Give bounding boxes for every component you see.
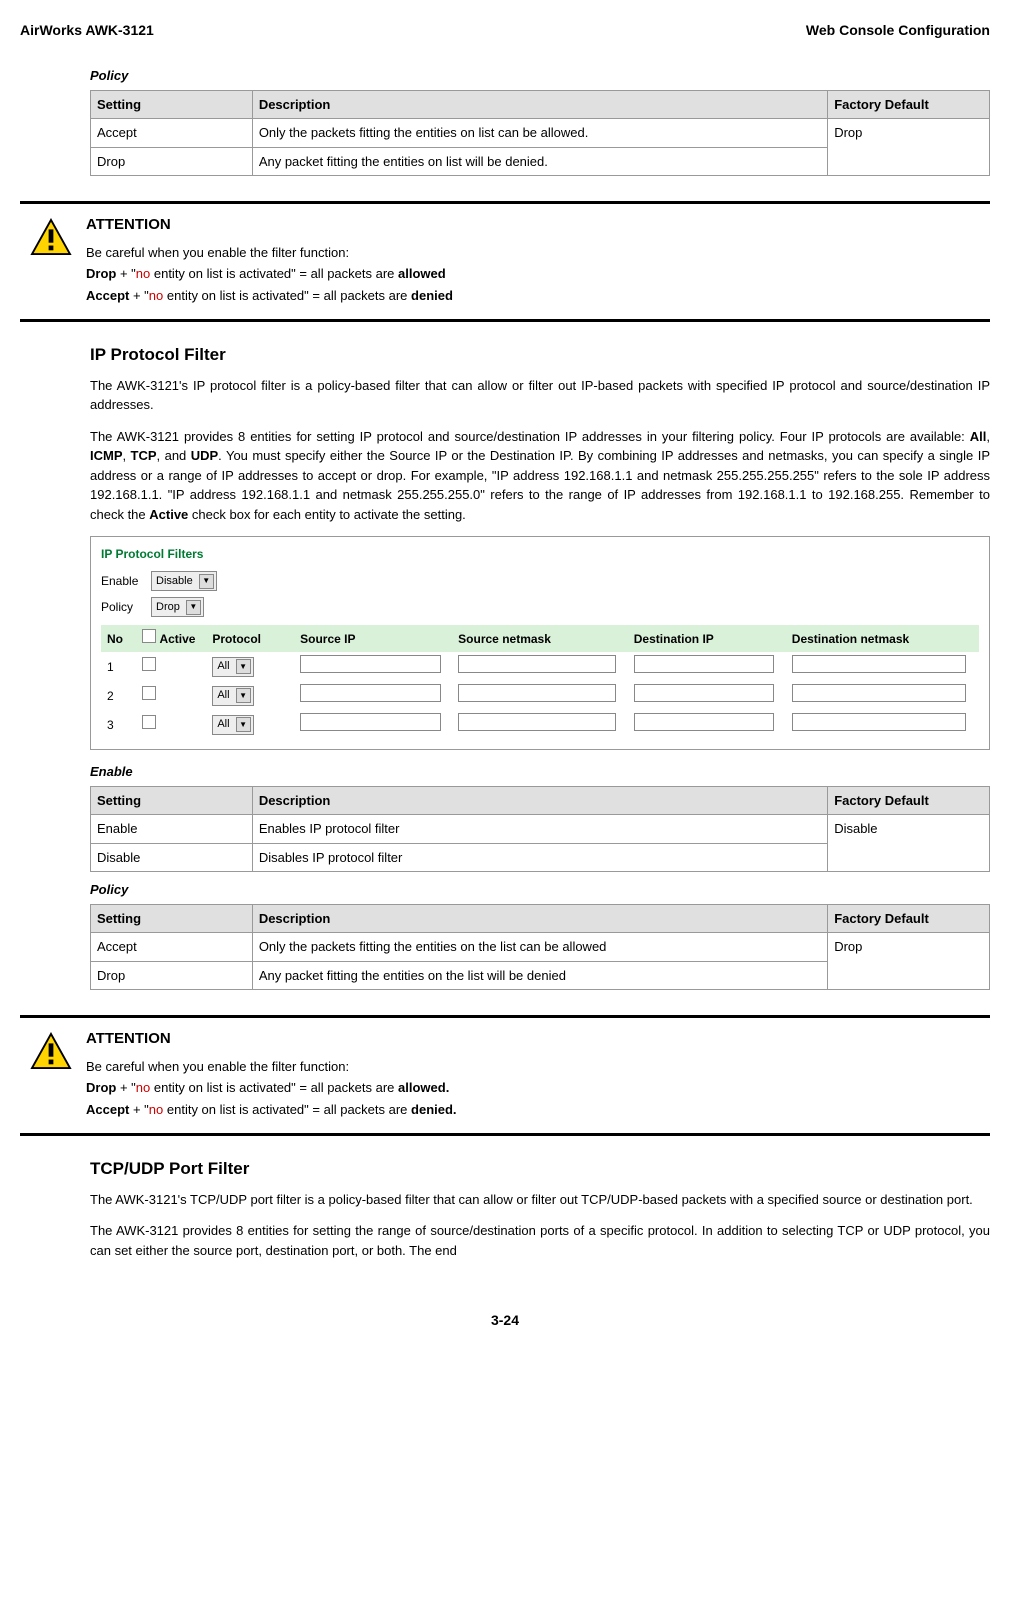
th-setting: Setting: [91, 904, 253, 933]
enable-label: Enable: [90, 762, 990, 782]
cell: Only the packets fitting the entities on…: [252, 933, 827, 962]
th-setting: Setting: [91, 786, 253, 815]
th-dest-ip: Destination IP: [628, 625, 786, 652]
dest-netmask-input[interactable]: [792, 713, 966, 731]
th-dest-netmask: Destination netmask: [786, 625, 979, 652]
source-ip-input[interactable]: [300, 684, 441, 702]
cell: Drop: [828, 119, 990, 176]
active-checkbox[interactable]: [142, 715, 156, 729]
dest-netmask-input[interactable]: [792, 655, 966, 673]
th-default: Factory Default: [828, 90, 990, 119]
attention-text: Accept + "no entity on list is activated…: [86, 286, 453, 306]
cell: Disable: [828, 815, 990, 872]
cell: Any packet fitting the entities on list …: [252, 147, 827, 176]
source-netmask-input[interactable]: [458, 713, 615, 731]
enable-select[interactable]: Disable▼: [151, 571, 217, 591]
ip-protocol-filter-heading: IP Protocol Filter: [90, 342, 990, 368]
table-row: 3 All▼: [101, 710, 979, 739]
table-row: 2 All▼: [101, 681, 979, 710]
policy-label: Policy: [101, 598, 151, 616]
attention-block-1: ATTENTION Be careful when you enable the…: [20, 201, 990, 322]
chevron-down-icon: ▼: [199, 574, 214, 589]
dest-ip-input[interactable]: [634, 713, 775, 731]
source-netmask-input[interactable]: [458, 655, 615, 673]
attention-text: Be careful when you enable the filter fu…: [86, 1057, 457, 1077]
screenshot-title: IP Protocol Filters: [101, 545, 979, 563]
tcpudp-heading: TCP/UDP Port Filter: [90, 1156, 990, 1182]
dest-netmask-input[interactable]: [792, 684, 966, 702]
attention-text: Drop + "no entity on list is activated" …: [86, 1078, 457, 1098]
th-source-netmask: Source netmask: [452, 625, 628, 652]
header-section: Web Console Configuration: [806, 20, 990, 41]
attention-title: ATTENTION: [86, 1028, 457, 1051]
paragraph: The AWK-3121's TCP/UDP port filter is a …: [90, 1190, 990, 1210]
chevron-down-icon: ▼: [236, 717, 251, 732]
enable-label: Enable: [101, 572, 151, 590]
protocol-select[interactable]: All▼: [212, 686, 253, 706]
dest-ip-input[interactable]: [634, 684, 775, 702]
policy-select[interactable]: Drop▼: [151, 597, 204, 617]
warning-icon: [30, 1032, 72, 1070]
cell: Disables IP protocol filter: [252, 843, 827, 872]
th-default: Factory Default: [828, 904, 990, 933]
cell: Enable: [91, 815, 253, 844]
attention-text: Accept + "no entity on list is activated…: [86, 1100, 457, 1120]
source-ip-input[interactable]: [300, 713, 441, 731]
filter-grid: No Active Protocol Source IP Source netm…: [101, 625, 979, 739]
active-checkbox[interactable]: [142, 657, 156, 671]
cell: Drop: [91, 961, 253, 990]
policy1-table: Setting Description Factory Default Acce…: [90, 90, 990, 177]
chevron-down-icon: ▼: [236, 688, 251, 703]
protocol-select[interactable]: All▼: [212, 657, 253, 677]
th-source-ip: Source IP: [294, 625, 452, 652]
th-active: Active: [136, 625, 206, 652]
paragraph: The AWK-3121 provides 8 entities for set…: [90, 427, 990, 525]
table-row: 1 All▼: [101, 652, 979, 681]
th-protocol: Protocol: [206, 625, 294, 652]
chevron-down-icon: ▼: [186, 600, 201, 615]
th-description: Description: [252, 786, 827, 815]
cell: Drop: [828, 933, 990, 990]
th-default: Factory Default: [828, 786, 990, 815]
paragraph: The AWK-3121's IP protocol filter is a p…: [90, 376, 990, 415]
cell: Only the packets fitting the entities on…: [252, 119, 827, 148]
policy2-table: Setting Description Factory Default Acce…: [90, 904, 990, 991]
cell: Disable: [91, 843, 253, 872]
source-netmask-input[interactable]: [458, 684, 615, 702]
th-description: Description: [252, 904, 827, 933]
attention-text: Be careful when you enable the filter fu…: [86, 243, 453, 263]
ip-protocol-filters-screenshot: IP Protocol Filters Enable Disable▼ Poli…: [90, 536, 990, 750]
attention-title: ATTENTION: [86, 214, 453, 237]
warning-icon: [30, 218, 72, 256]
policy1-label: Policy: [90, 66, 990, 86]
th-description: Description: [252, 90, 827, 119]
source-ip-input[interactable]: [300, 655, 441, 673]
attention-text: Drop + "no entity on list is activated" …: [86, 264, 453, 284]
policy2-label: Policy: [90, 880, 990, 900]
cell: Accept: [91, 119, 253, 148]
cell: Accept: [91, 933, 253, 962]
attention-block-2: ATTENTION Be careful when you enable the…: [20, 1015, 990, 1136]
protocol-select[interactable]: All▼: [212, 715, 253, 735]
cell: Any packet fitting the entities on the l…: [252, 961, 827, 990]
cell: Enables IP protocol filter: [252, 815, 827, 844]
paragraph: The AWK-3121 provides 8 entities for set…: [90, 1221, 990, 1260]
cell: Drop: [91, 147, 253, 176]
th-no: No: [101, 625, 136, 652]
active-checkbox[interactable]: [142, 686, 156, 700]
th-setting: Setting: [91, 90, 253, 119]
page-number: 3-24: [20, 1310, 990, 1331]
chevron-down-icon: ▼: [236, 659, 251, 674]
dest-ip-input[interactable]: [634, 655, 775, 673]
header-product: AirWorks AWK-3121: [20, 20, 154, 41]
active-all-checkbox[interactable]: [142, 629, 156, 643]
enable-table: Setting Description Factory Default Enab…: [90, 786, 990, 873]
